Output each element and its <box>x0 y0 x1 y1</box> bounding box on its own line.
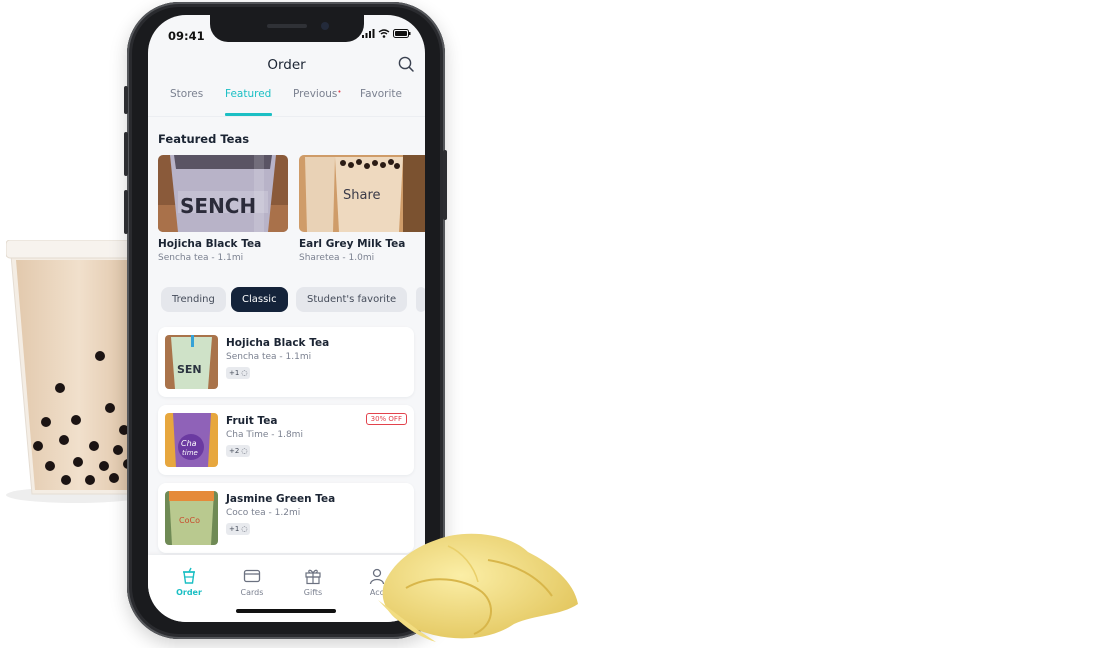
tab-favorite-label: Favorite <box>360 88 402 100</box>
signal-icon <box>362 29 375 38</box>
filter-chip-label: Classic <box>242 294 277 305</box>
drink-store: Sencha tea - 1.1mi <box>226 352 312 362</box>
topping-count: +1 <box>229 369 240 377</box>
tab-favorite[interactable]: Favorite <box>360 88 402 100</box>
phone-notch <box>210 15 364 42</box>
cup-print-text: SEN <box>177 363 202 376</box>
topping-count: +1 <box>229 525 240 533</box>
home-indicator <box>236 609 336 613</box>
featured-drink-image: Share <box>299 155 425 232</box>
drink-name: Jasmine Green Tea <box>226 493 336 505</box>
filter-chip-classic[interactable]: Classic <box>231 287 288 312</box>
nav-order-label: Order <box>176 588 202 597</box>
phone-side-button <box>124 86 128 114</box>
phone-side-button <box>443 150 447 220</box>
topping-count: +2 <box>229 447 240 455</box>
tab-featured-label: Featured <box>225 88 272 100</box>
featured-drink-image: SENCH <box>158 155 288 232</box>
featured-section-title: Featured Teas <box>158 132 250 146</box>
drink-store: Cha Time - 1.8mi <box>226 430 303 440</box>
cup-print-text: time <box>182 449 198 457</box>
pin-icon: ◌ <box>241 369 248 377</box>
drink-thumbnail: CoCo <box>165 491 218 545</box>
filter-chip-label: Trending <box>172 294 215 305</box>
search-icon[interactable] <box>397 55 415 73</box>
drink-thumbnail: SEN <box>165 335 218 389</box>
notification-dot: • <box>337 88 342 96</box>
filter-chip-label: Student's favorite <box>307 294 397 305</box>
drink-thumbnail: Cha time <box>165 413 218 467</box>
featured-drink-name: Hojicha Black Tea <box>158 238 262 250</box>
tab-bar: Stores Featured Previous• Favorite <box>148 88 425 116</box>
wifi-icon <box>378 29 390 38</box>
topping-badge: +2 ◌ <box>226 445 251 457</box>
cup-print-text: Share <box>343 188 381 203</box>
phone-side-button <box>124 190 128 234</box>
cup-print-text: CoCo <box>179 516 200 525</box>
card-icon <box>243 569 261 583</box>
nav-gifts[interactable]: Gifts <box>288 567 338 597</box>
featured-drink-store: Sharetea - 1.0mi <box>299 253 375 263</box>
phone-side-button <box>124 132 128 176</box>
battery-icon <box>393 29 411 38</box>
topping-badge: +1 ◌ <box>226 367 251 379</box>
featured-card[interactable]: SENCH Hojicha Black Tea Sencha tea - 1.1… <box>158 155 288 263</box>
featured-drink-name: Earl Grey Milk Tea <box>299 238 406 250</box>
tab-stores-label: Stores <box>170 88 204 100</box>
header-divider <box>148 116 425 117</box>
nav-order[interactable]: Order <box>164 567 214 597</box>
pin-icon: ◌ <box>241 525 248 533</box>
cup-print-text: SENCH <box>180 194 256 218</box>
nav-cards[interactable]: Cards <box>227 567 277 597</box>
status-time: 09:41 <box>168 29 205 43</box>
pin-icon: ◌ <box>241 447 248 455</box>
drink-name: Hojicha Black Tea <box>226 337 330 349</box>
tab-previous[interactable]: Previous• <box>293 88 342 100</box>
drink-name: Fruit Tea <box>226 415 278 427</box>
nav-gifts-label: Gifts <box>303 588 323 597</box>
tab-stores[interactable]: Stores <box>170 88 203 100</box>
potato-chips-image <box>378 533 578 642</box>
filter-chip-trending[interactable]: Trending <box>161 287 226 312</box>
nav-cards-label: Cards <box>240 588 264 597</box>
tab-previous-label: Previous <box>293 88 338 100</box>
tab-featured[interactable]: Featured <box>225 88 271 100</box>
drink-list-item[interactable]: Cha time Fruit Tea Cha Time - 1.8mi +2 ◌ … <box>158 405 414 475</box>
status-icons <box>362 29 411 38</box>
page-title: Order <box>267 57 306 73</box>
speaker-grille <box>267 24 307 28</box>
featured-drink-store: Sencha tea - 1.1mi <box>158 253 244 263</box>
topping-badge: +1 ◌ <box>226 523 251 535</box>
filter-chip-students-favorite[interactable]: Student's favorite <box>296 287 408 312</box>
cup-icon <box>183 567 195 584</box>
filter-chip-more[interactable] <box>416 287 425 312</box>
cup-print-text: Cha <box>181 439 197 448</box>
drink-list-item[interactable]: CoCo Jasmine Green Tea Coco tea - 1.2mi … <box>158 483 414 553</box>
front-camera <box>321 22 329 30</box>
drink-list-item[interactable]: SEN Hojicha Black Tea Sencha tea - 1.1mi… <box>158 327 414 397</box>
discount-badge: 30% OFF <box>365 413 407 425</box>
gift-icon <box>305 569 321 585</box>
drink-store: Coco tea - 1.2mi <box>226 508 301 518</box>
featured-card[interactable]: Share Earl Grey Milk Tea Sharetea - 1.0m… <box>299 155 425 263</box>
